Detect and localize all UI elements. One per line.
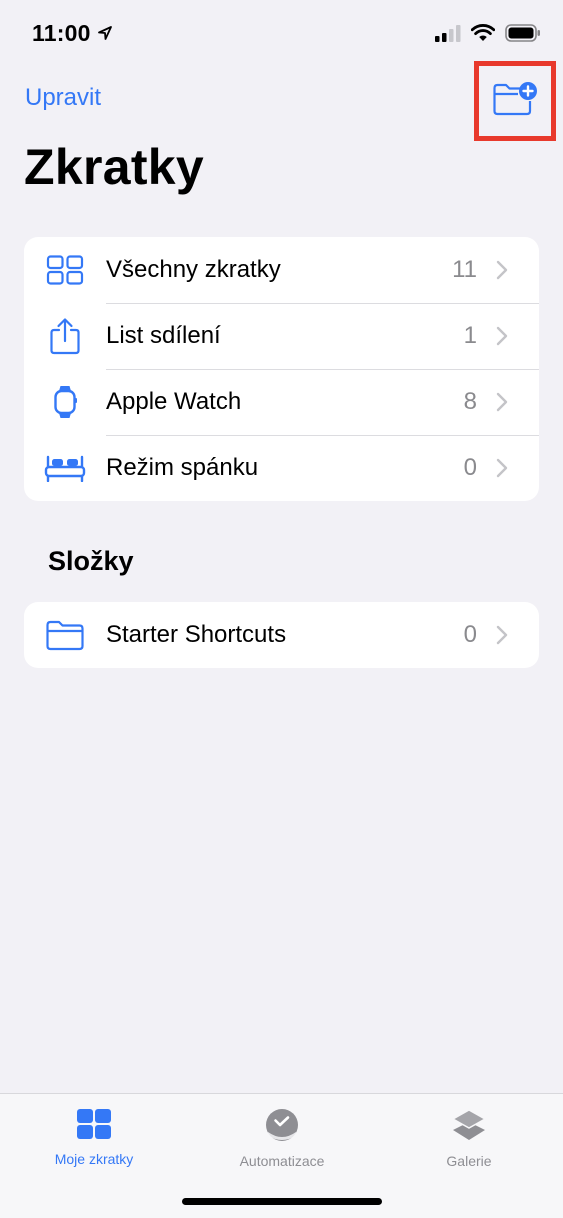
- cellular-signal-icon: [435, 24, 461, 47]
- list-item-label: Režim spánku: [106, 454, 259, 481]
- chevron-right-icon: [491, 392, 513, 412]
- wifi-icon: [470, 24, 496, 47]
- page-title: Zkratky: [24, 139, 204, 195]
- list-item-count: 0: [463, 454, 477, 481]
- status-bar-indicators: [435, 24, 541, 47]
- tab-label: Moje zkratky: [54, 1151, 134, 1167]
- new-folder-button[interactable]: [474, 61, 556, 141]
- chevron-right-icon: [491, 625, 513, 645]
- my-shortcuts-icon: [76, 1108, 112, 1145]
- library-list: Všechny zkratky 11 List sdílení 1 Apple …: [24, 237, 539, 501]
- list-item-count: 0: [463, 621, 477, 648]
- bed-icon: [24, 435, 106, 501]
- grid-icon: [24, 237, 106, 303]
- list-item-share-sheet[interactable]: List sdílení 1: [24, 303, 539, 369]
- gallery-icon: [451, 1108, 487, 1147]
- chevron-right-icon: [491, 458, 513, 478]
- chevron-right-icon: [491, 260, 513, 280]
- tab-my-shortcuts[interactable]: Moje zkratky: [14, 1108, 174, 1167]
- list-item-apple-watch[interactable]: Apple Watch 8: [24, 369, 539, 435]
- folders-section-title: Složky: [48, 546, 134, 576]
- location-arrow-icon: [97, 20, 113, 47]
- list-item-count: 1: [463, 322, 477, 349]
- folder-plus-icon: [492, 81, 538, 122]
- battery-icon: [505, 24, 541, 47]
- list-item-label: Starter Shortcuts: [106, 621, 287, 648]
- folders-list: Starter Shortcuts 0: [24, 602, 539, 668]
- automation-icon: [265, 1108, 299, 1147]
- list-item-count: 11: [452, 256, 477, 283]
- tab-label: Galerie: [446, 1153, 492, 1169]
- tab-automation[interactable]: Automatizace: [202, 1108, 362, 1169]
- tab-label: Automatizace: [239, 1153, 325, 1169]
- home-indicator: [182, 1198, 382, 1205]
- edit-button[interactable]: Upravit: [25, 84, 101, 112]
- share-icon: [24, 303, 106, 369]
- list-item-label: List sdílení: [106, 322, 221, 349]
- watch-icon: [24, 369, 106, 435]
- folder-icon: [24, 602, 106, 668]
- status-time-text: 11:00: [32, 20, 91, 46]
- list-item-folder[interactable]: Starter Shortcuts 0: [24, 602, 539, 668]
- list-item-all-shortcuts[interactable]: Všechny zkratky 11: [24, 237, 539, 303]
- chevron-right-icon: [491, 326, 513, 346]
- list-item-count: 8: [463, 388, 477, 415]
- list-item-label: Apple Watch: [106, 388, 242, 415]
- list-item-label: Všechny zkratky: [106, 256, 281, 283]
- status-bar-time: 11:00: [32, 20, 113, 47]
- tab-gallery[interactable]: Galerie: [389, 1108, 549, 1169]
- list-item-sleep-mode[interactable]: Režim spánku 0: [24, 435, 539, 501]
